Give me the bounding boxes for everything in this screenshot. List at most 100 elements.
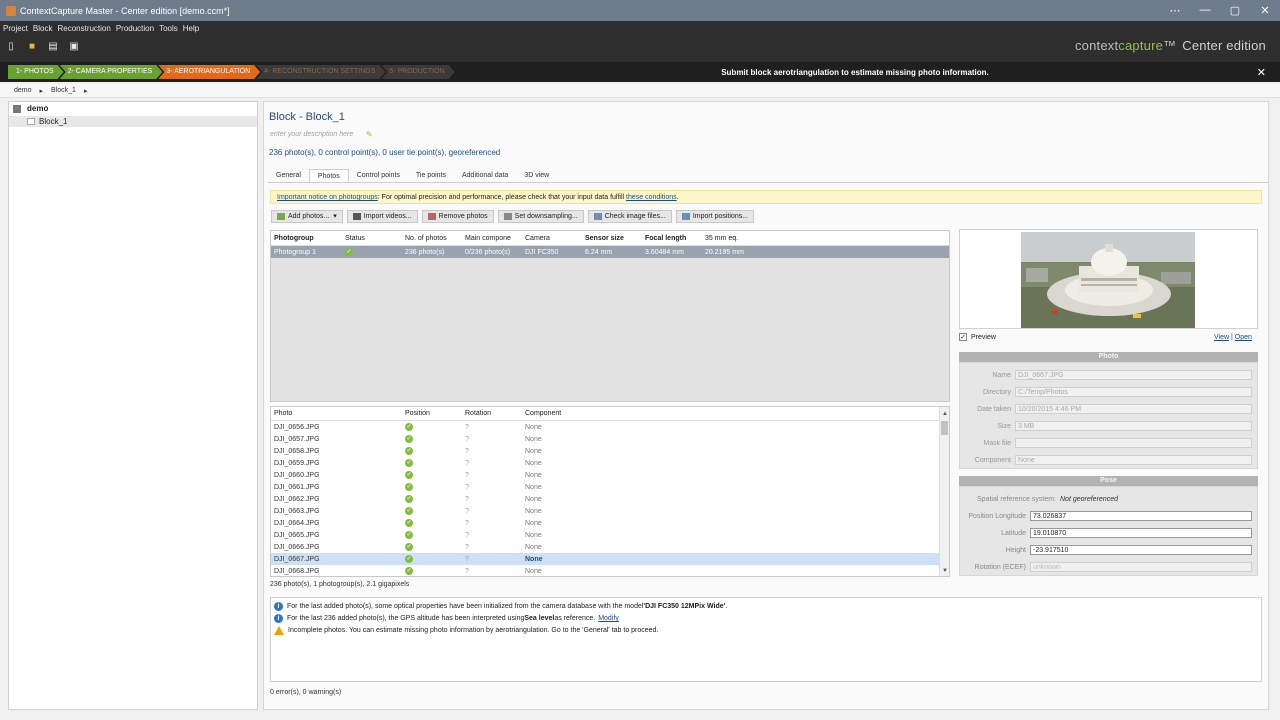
preview-checkbox[interactable]: ✓ Preview bbox=[959, 333, 996, 341]
col-photo[interactable]: Photo bbox=[271, 410, 405, 417]
tab-control-points[interactable]: Control points bbox=[349, 169, 408, 182]
message-bold: 'DJI FC350 12MPix Wide' bbox=[643, 603, 726, 610]
notice-end: . bbox=[676, 194, 679, 201]
height-field[interactable]: -23.917510 bbox=[1030, 545, 1252, 555]
preview-image[interactable] bbox=[1021, 232, 1195, 328]
table-row[interactable]: DJI_0662.JPG ✓? None bbox=[271, 493, 949, 505]
col-photogroup[interactable]: Photogroup bbox=[271, 235, 345, 242]
downsampling-icon bbox=[503, 213, 512, 220]
film-icon bbox=[352, 213, 361, 220]
cell-rotation: ? bbox=[465, 471, 469, 479]
menu-help[interactable]: Help bbox=[183, 24, 199, 33]
table-row[interactable]: DJI_0664.JPG ✓? None bbox=[271, 517, 949, 529]
scroll-down-icon[interactable]: ▼ bbox=[940, 566, 949, 576]
steps-message[interactable]: Submit block aerotriangulation to estima… bbox=[600, 68, 1110, 77]
cell-photo-name: DJI_0668.JPG bbox=[274, 567, 320, 575]
info-icon: i bbox=[274, 602, 283, 611]
col-camera[interactable]: Camera bbox=[525, 235, 585, 242]
col-status[interactable]: Status bbox=[345, 235, 405, 242]
prop-name: Name DJI_0667.JPG bbox=[960, 369, 1257, 381]
open-link[interactable]: Open bbox=[1235, 334, 1252, 341]
table-row[interactable]: DJI_0660.JPG ✓? None bbox=[271, 469, 949, 481]
table-row[interactable]: DJI_0659.JPG ✓? None bbox=[271, 457, 949, 469]
menu-production[interactable]: Production bbox=[116, 24, 154, 33]
scroll-up-icon[interactable]: ▲ bbox=[940, 409, 949, 419]
step-camera-properties[interactable]: 2- CAMERA PROPERTIES bbox=[60, 65, 163, 79]
menu-project[interactable]: Project bbox=[3, 24, 28, 33]
breadcrumb-block[interactable]: Block_1 bbox=[51, 87, 76, 94]
conditions-link[interactable]: these conditions bbox=[626, 194, 677, 201]
modify-link[interactable]: Modify bbox=[598, 615, 619, 622]
import-videos-button[interactable]: Import videos... bbox=[346, 210, 418, 223]
col-main-component[interactable]: Main compone bbox=[465, 235, 525, 242]
table-row[interactable]: Photogroup 1 ✓ 236 photo(s) 0/236 photo(… bbox=[271, 246, 949, 258]
table-row[interactable]: DJI_0663.JPG ✓? None bbox=[271, 505, 949, 517]
import-videos-label: Import videos... bbox=[363, 212, 412, 220]
tree-node-block[interactable]: Block_1 bbox=[9, 116, 257, 127]
col-position[interactable]: Position bbox=[405, 410, 465, 417]
table-row[interactable]: DJI_0658.JPG ✓? None bbox=[271, 445, 949, 457]
maximize-button[interactable]: ▢ bbox=[1220, 4, 1250, 17]
minimize-button[interactable]: — bbox=[1190, 4, 1220, 17]
col-component[interactable]: Component bbox=[525, 410, 585, 417]
step-aerotriangulation[interactable]: 3- AEROTRIANGULATION bbox=[158, 65, 260, 79]
tab-tie-points[interactable]: Tie points bbox=[408, 169, 454, 182]
longitude-field[interactable]: 73.026837 bbox=[1030, 511, 1252, 521]
col-rotation[interactable]: Rotation bbox=[465, 410, 525, 417]
notice-link[interactable]: Important notice on photogroups bbox=[277, 194, 378, 201]
add-photos-button[interactable]: Add photos... ▾ bbox=[271, 210, 343, 223]
col-35mm-eq[interactable]: 35 mm eq. bbox=[705, 235, 765, 242]
message-text: For the last added photo(s), some optica… bbox=[287, 603, 644, 610]
notice-text: : For optimal precision and performance,… bbox=[377, 194, 627, 201]
check-image-files-button[interactable]: Check image files... bbox=[587, 210, 672, 223]
extra-icon[interactable]: ⋯ bbox=[1160, 4, 1190, 17]
table-row[interactable]: DJI_0667.JPG ✓? None bbox=[271, 553, 949, 565]
pencil-icon[interactable]: ✎ bbox=[366, 130, 373, 139]
photogroup-table-header: Photogroup Status No. of photos Main com… bbox=[271, 231, 949, 246]
latitude-field[interactable]: 19.010870 bbox=[1030, 528, 1252, 538]
menu-tools[interactable]: Tools bbox=[159, 24, 178, 33]
col-focal-length[interactable]: Focal length bbox=[645, 235, 705, 242]
tree-node-project[interactable]: demo bbox=[13, 104, 48, 113]
scrollbar-thumb[interactable] bbox=[941, 421, 948, 435]
col-no-of-photos[interactable]: No. of photos bbox=[405, 235, 465, 242]
set-downsampling-button[interactable]: Set downsampling... bbox=[497, 210, 584, 223]
vertical-scrollbar[interactable]: ▲ ▼ bbox=[939, 407, 949, 576]
step-reconstruction-settings[interactable]: 4- RECONSTRUCTION SETTINGS bbox=[256, 65, 385, 79]
job-monitor-icon[interactable]: ▣ bbox=[68, 41, 80, 52]
table-row[interactable]: DJI_0665.JPG ✓? None bbox=[271, 529, 949, 541]
remove-photos-button[interactable]: Remove photos bbox=[421, 210, 494, 223]
description-field[interactable]: enter your description here bbox=[270, 131, 353, 138]
cell-photogroup: Photogroup 1 bbox=[274, 248, 317, 256]
save-icon[interactable]: ▤ bbox=[47, 41, 59, 52]
tab-additional-data[interactable]: Additional data bbox=[454, 169, 516, 182]
message-end: as reference. bbox=[554, 615, 596, 622]
close-icon[interactable]: ✕ bbox=[1257, 66, 1266, 79]
new-file-icon[interactable]: ▯ bbox=[5, 41, 17, 52]
table-row[interactable]: DJI_0668.JPG ✓? None bbox=[271, 565, 949, 576]
tab-general[interactable]: General bbox=[268, 169, 309, 182]
col-sensor-size[interactable]: Sensor size bbox=[585, 235, 645, 242]
close-window-button[interactable]: ✕ bbox=[1250, 4, 1280, 17]
open-folder-icon[interactable]: ■ bbox=[26, 41, 38, 52]
breadcrumb-project[interactable]: demo bbox=[14, 87, 32, 94]
table-row[interactable]: DJI_0656.JPG ✓? None bbox=[271, 421, 949, 433]
tab-photos[interactable]: Photos bbox=[308, 169, 349, 182]
import-positions-button[interactable]: Import positions... bbox=[675, 210, 755, 223]
step-production[interactable]: 5- PRODUCTION bbox=[381, 65, 454, 79]
pose-label: Latitude bbox=[1001, 529, 1026, 537]
table-row[interactable]: DJI_0661.JPG ✓? None bbox=[271, 481, 949, 493]
table-row[interactable]: DJI_0657.JPG ✓? None bbox=[271, 433, 949, 445]
table-row[interactable]: DJI_0666.JPG ✓? None bbox=[271, 541, 949, 553]
prop-directory: Directory C:/Temp/Photos bbox=[960, 386, 1257, 398]
warning-icon bbox=[274, 626, 284, 635]
step-photos[interactable]: 1- PHOTOS bbox=[8, 65, 64, 79]
prop-date: Date taken 10/20/2015 4:46 PM bbox=[960, 403, 1257, 415]
menu-reconstruction[interactable]: Reconstruction bbox=[57, 24, 110, 33]
check-icon: ✓ bbox=[405, 495, 413, 503]
menu-block[interactable]: Block bbox=[33, 24, 53, 33]
view-link[interactable]: View bbox=[1214, 334, 1229, 341]
cell-component: None bbox=[525, 567, 542, 575]
tab-3d-view[interactable]: 3D view bbox=[516, 169, 557, 182]
chevron-right-icon[interactable]: ▸ bbox=[84, 87, 88, 95]
